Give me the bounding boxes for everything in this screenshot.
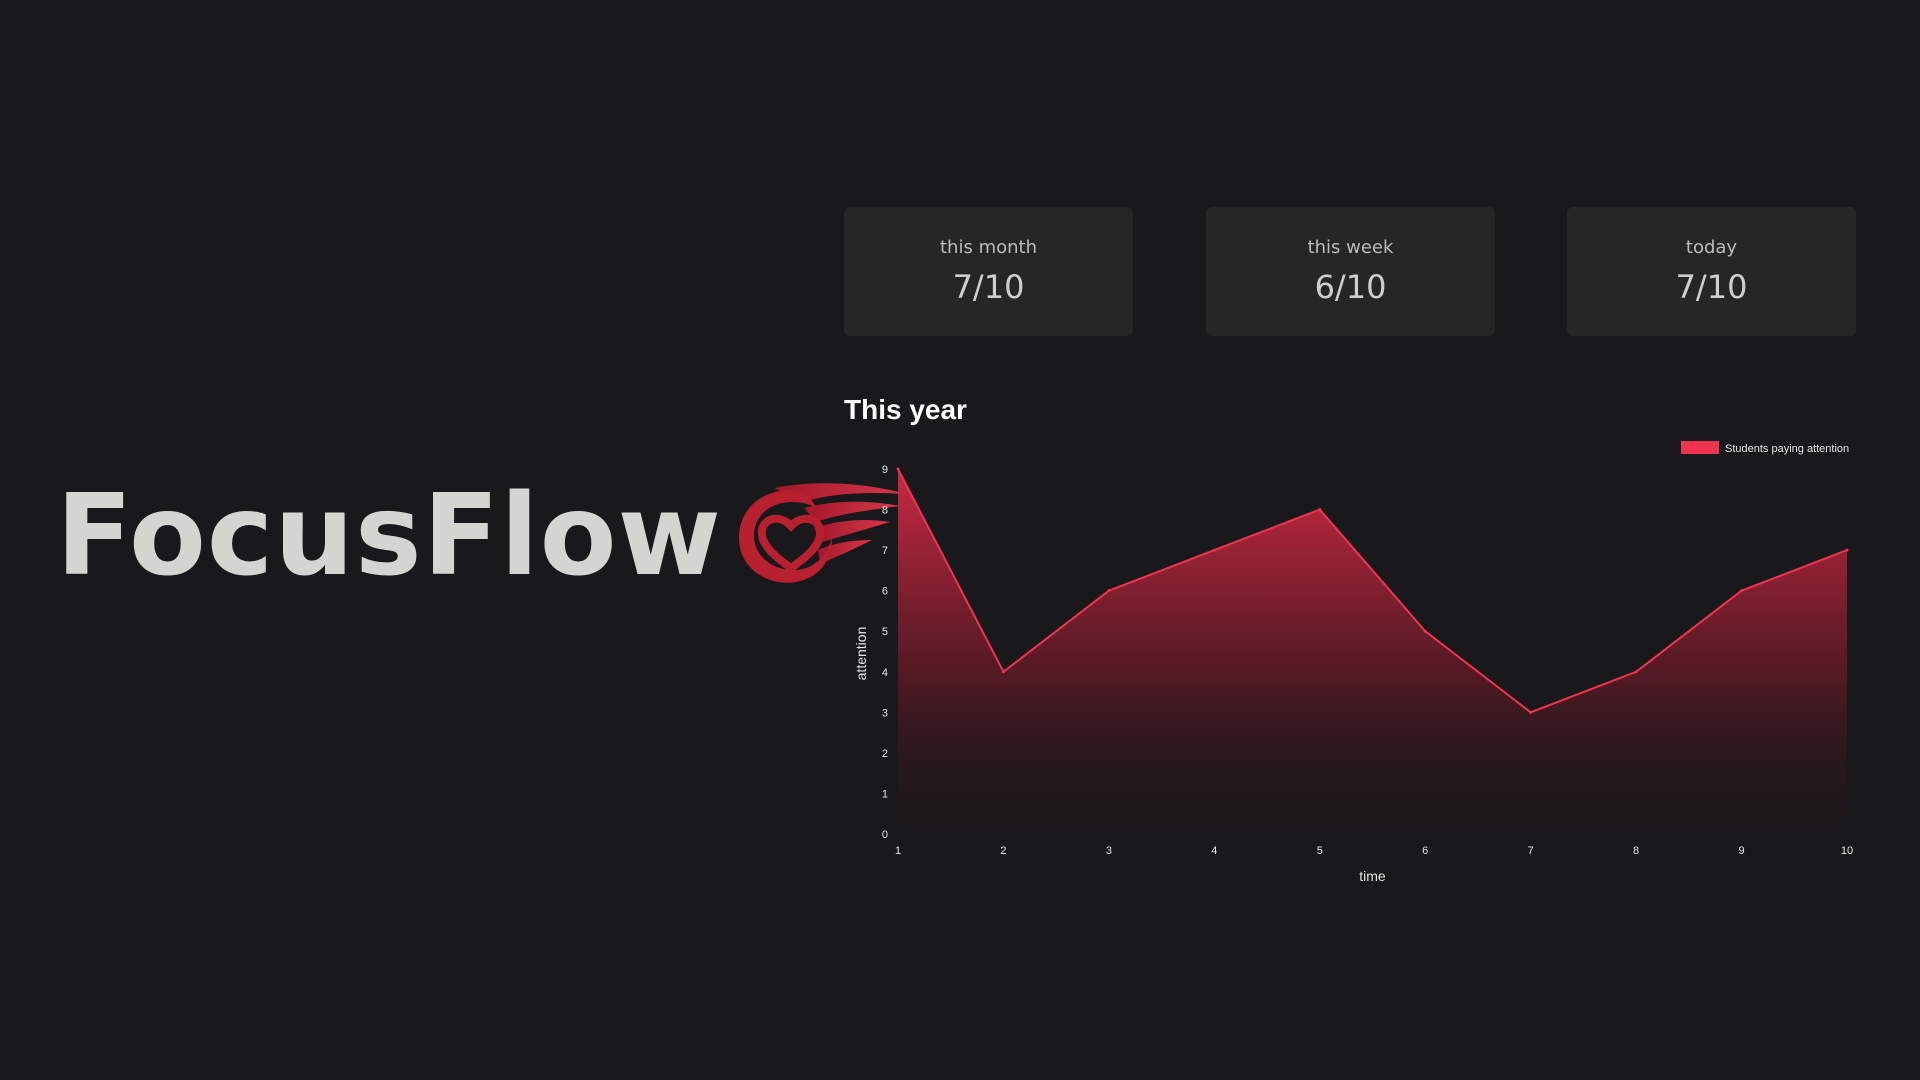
x-tick-label: 2 [1000, 845, 1006, 857]
x-tick-label: 8 [1633, 845, 1639, 857]
data-point-3 [1107, 589, 1111, 593]
data-point-9 [1740, 589, 1744, 593]
x-tick-label: 7 [1528, 845, 1534, 857]
x-axis-label: time [1359, 868, 1386, 884]
y-tick-label: 4 [882, 667, 888, 679]
data-point-2 [1001, 670, 1005, 674]
series-area [898, 469, 1847, 834]
data-point-4 [1212, 548, 1216, 552]
attention-chart: 01234567891 2 3 4 5 6 7 8 9 10timeattentionStuden… [853, 441, 1853, 884]
legend-label: Students paying attention [1725, 443, 1849, 455]
x-tick-label: 4 [1211, 845, 1217, 857]
data-point-10 [1845, 548, 1849, 552]
data-point-8 [1634, 670, 1638, 674]
legend-swatch [1681, 441, 1719, 454]
y-tick-label: 6 [882, 586, 888, 598]
y-tick-label: 5 [882, 626, 888, 638]
data-point-6 [1423, 629, 1427, 633]
data-point-7 [1529, 710, 1533, 714]
x-tick-label: 3 [1106, 845, 1112, 857]
x-tick-label: 6 [1422, 845, 1428, 857]
x-tick-label: 5 [1317, 845, 1323, 857]
y-tick-label: 7 [882, 545, 888, 557]
dashboard-page: FocusFlow this month 7/10 this week 6/10 [0, 0, 1920, 1080]
y-tick-label: 9 [882, 464, 888, 476]
y-tick-label: 8 [882, 505, 888, 517]
y-tick-label: 3 [882, 707, 888, 719]
y-axis-label: attention [853, 627, 869, 681]
y-tick-label: 0 [882, 829, 888, 841]
x-tick-label: 1 [895, 845, 901, 857]
y-tick-label: 2 [882, 748, 888, 760]
data-point-1 [896, 467, 900, 471]
data-point-5 [1318, 508, 1322, 512]
x-tick-label: 10 [1841, 845, 1853, 857]
y-tick-label: 1 [882, 788, 888, 800]
x-tick-label: 9 [1738, 845, 1744, 857]
